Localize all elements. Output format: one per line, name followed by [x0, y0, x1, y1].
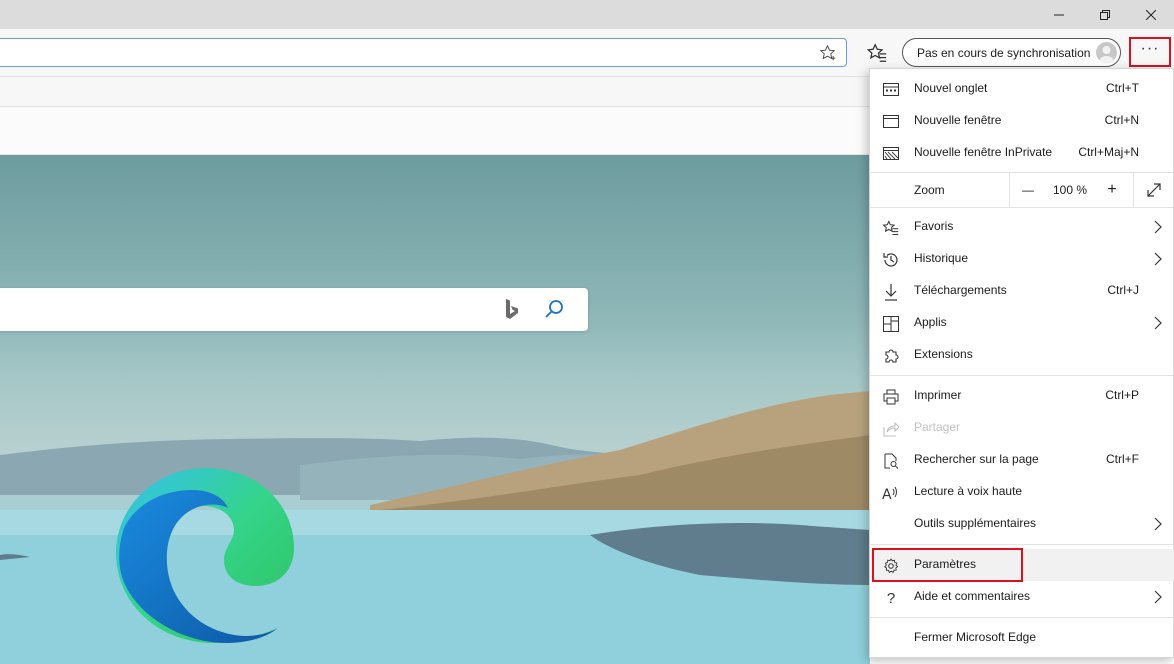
more-dots-icon: ··· — [1140, 40, 1160, 57]
menu-item-label: Applis — [914, 315, 947, 329]
avatar-person-icon — [1099, 46, 1114, 63]
new-window-icon — [882, 113, 900, 131]
restore-icon — [1100, 9, 1110, 20]
menu-item-label: Extensions — [914, 347, 973, 361]
bing-logo-icon — [506, 299, 518, 319]
menu-separator — [870, 544, 1173, 545]
menu-item-label: Imprimer — [914, 388, 962, 402]
chevron-right-icon — [1154, 220, 1162, 234]
menu-item-label: Nouvelle fenêtre InPrivate — [914, 145, 1053, 159]
zoom-row: Zoom — 100 % + — [870, 173, 1173, 207]
menu-item-extensions[interactable]: Extensions — [870, 339, 1174, 371]
menu-item-new-window[interactable]: Nouvelle fenêtre Ctrl+N — [870, 105, 1174, 137]
menu-item-downloads[interactable]: Téléchargements Ctrl+J — [870, 275, 1174, 307]
inprivate-window-icon — [882, 145, 900, 163]
fullscreen-button[interactable] — [1133, 173, 1174, 207]
menu-separator — [870, 375, 1173, 376]
settings-and-more-menu: Nouvel onglet Ctrl+T Nouvelle fenêtre Ct… — [869, 68, 1174, 658]
new-tab-icon — [882, 81, 900, 99]
menu-item-label: Nouvelle fenêtre — [914, 113, 1002, 127]
restore-button[interactable] — [1082, 0, 1128, 29]
title-bar — [0, 0, 1174, 29]
menu-item-label: Nouvel onglet — [914, 81, 988, 95]
settings-and-more-button[interactable]: ··· — [1129, 37, 1171, 67]
address-bar[interactable] — [0, 38, 847, 67]
svg-text:A: A — [882, 487, 892, 501]
puzzle-piece-icon — [882, 347, 900, 365]
menu-item-favorites[interactable]: Favoris — [870, 211, 1174, 243]
zoom-label: Zoom — [914, 183, 945, 197]
minus-icon: — — [1022, 183, 1034, 197]
menu-item-more-tools[interactable]: Outils supplémentaires — [870, 508, 1174, 540]
minimize-button[interactable] — [1036, 0, 1082, 29]
menu-item-apps[interactable]: Applis — [870, 307, 1174, 339]
menu-item-shortcut: Ctrl+T — [1106, 81, 1139, 95]
menu-item-label: Rechercher sur la page — [914, 452, 1039, 466]
menu-item-label: Favoris — [914, 219, 954, 233]
find-on-page-icon — [882, 452, 900, 470]
menu-item-shortcut: Ctrl+P — [1105, 388, 1139, 402]
zoom-level: 100 % — [1052, 183, 1088, 197]
chevron-right-icon — [1154, 316, 1162, 330]
gear-icon — [882, 557, 900, 575]
menu-item-label: Paramètres — [914, 557, 977, 571]
download-icon — [882, 283, 900, 301]
close-icon — [1146, 9, 1156, 20]
menu-item-shortcut: Ctrl+F — [1106, 452, 1139, 466]
history-icon — [882, 251, 900, 269]
menu-item-settings[interactable]: Paramètres — [870, 548, 1174, 582]
chevron-right-icon — [1154, 252, 1162, 266]
menu-item-help-and-feedback[interactable]: ? Aide et commentaires — [870, 581, 1174, 613]
search-icon[interactable] — [543, 298, 565, 320]
menu-item-shortcut: Ctrl+J — [1107, 283, 1139, 297]
new-tab-page-background — [0, 155, 870, 664]
read-aloud-icon: A — [882, 484, 900, 502]
apps-icon — [882, 315, 900, 333]
menu-item-shortcut: Ctrl+Maj+N — [1078, 145, 1139, 159]
menu-item-label: Fermer Microsoft Edge — [914, 630, 1037, 644]
favorites-icon — [882, 219, 900, 237]
close-window-button[interactable] — [1128, 0, 1174, 29]
zoom-out-button[interactable]: — — [1009, 173, 1046, 207]
favorites-hub-icon[interactable] — [866, 42, 888, 64]
add-favorite-star-icon[interactable] — [819, 44, 836, 61]
profile-button[interactable]: Pas en cours de synchronisation — [902, 38, 1121, 67]
printer-icon — [882, 388, 900, 406]
share-icon — [882, 420, 900, 438]
menu-separator — [870, 207, 1173, 208]
plus-icon: + — [1107, 181, 1117, 198]
menu-item-label: Partager — [914, 420, 961, 434]
menu-item-label: Lecture à voix haute — [914, 484, 1023, 498]
menu-item-label: Historique — [914, 251, 969, 265]
menu-item-label: Téléchargements — [914, 283, 1007, 297]
menu-item-new-inprivate-window[interactable]: Nouvelle fenêtre InPrivate Ctrl+Maj+N — [870, 137, 1174, 169]
favorites-bar — [0, 76, 870, 107]
avatar — [1096, 42, 1117, 63]
microsoft-edge-logo — [116, 468, 294, 643]
menu-item-close-edge[interactable]: Fermer Microsoft Edge — [870, 622, 1174, 654]
menu-item-find-on-page[interactable]: Rechercher sur la page Ctrl+F — [870, 444, 1174, 476]
menu-item-history[interactable]: Historique — [870, 243, 1174, 275]
chevron-right-icon — [1154, 590, 1162, 604]
question-mark-icon: ? — [886, 589, 896, 607]
menu-item-shortcut: Ctrl+N — [1104, 113, 1139, 127]
zoom-in-button[interactable]: + — [1094, 173, 1130, 207]
menu-item-label: Outils supplémentaires — [914, 516, 1037, 530]
menu-item-read-aloud[interactable]: A Lecture à voix haute — [870, 476, 1174, 508]
minimize-icon — [1054, 14, 1064, 15]
menu-item-label: Aide et commentaires — [914, 589, 1031, 603]
menu-item-print[interactable]: Imprimer Ctrl+P — [870, 380, 1174, 412]
fullscreen-icon — [1147, 183, 1161, 197]
web-search-box[interactable] — [0, 288, 588, 331]
menu-item-share: Partager — [870, 412, 1174, 444]
menu-item-new-tab[interactable]: Nouvel onglet Ctrl+T — [870, 73, 1174, 105]
chevron-right-icon — [1154, 517, 1162, 531]
profile-sync-label: Pas en cours de synchronisation — [917, 46, 1091, 60]
page-header-strip — [0, 107, 870, 155]
menu-separator — [870, 617, 1173, 618]
